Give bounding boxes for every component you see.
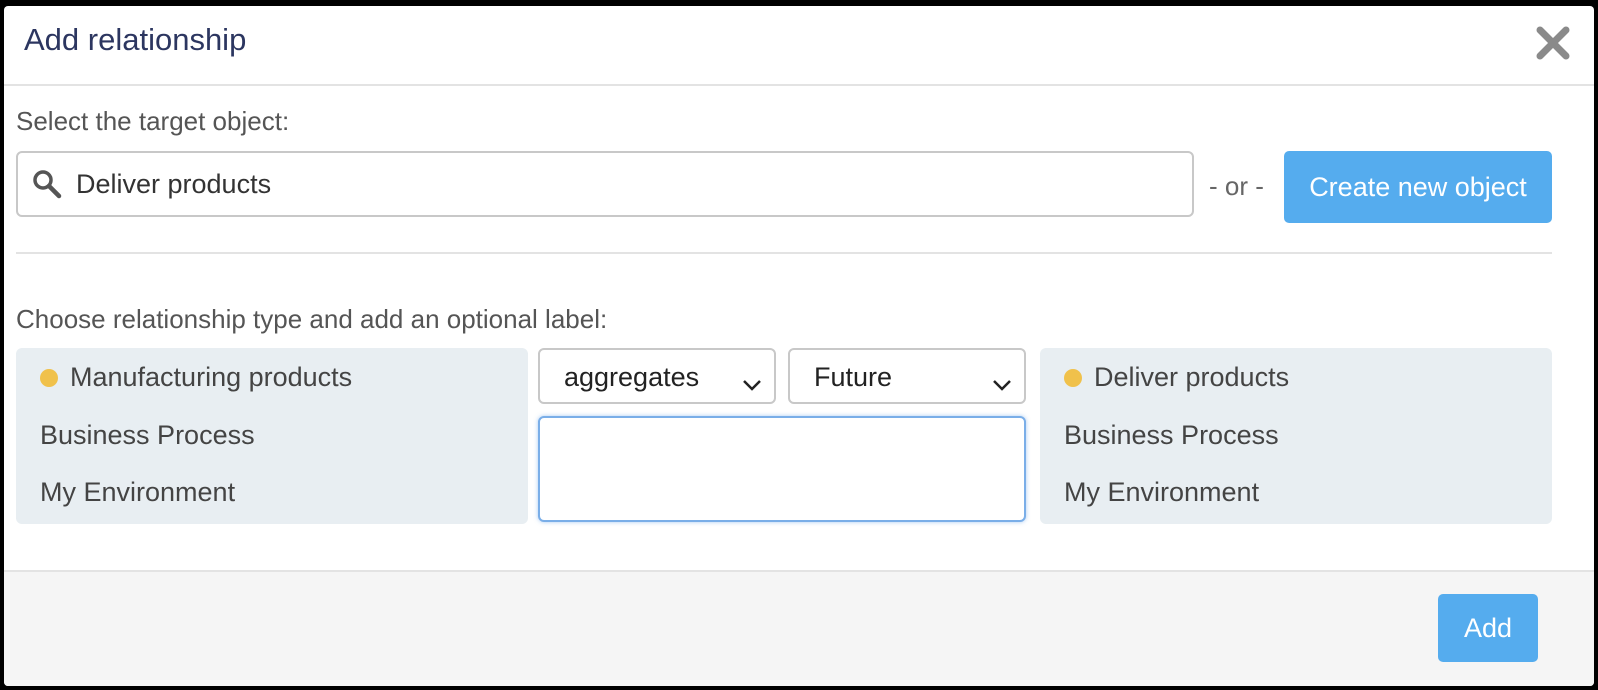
source-object-card: Manufacturing products Business Process … [16,348,528,524]
target-object-environment: My Environment [1064,477,1260,507]
target-search-box[interactable] [16,151,1194,217]
target-object-card: Deliver products Business Process My Env… [1040,348,1552,524]
section-divider [16,252,1552,254]
dialog-footer: Add [4,570,1594,686]
source-object-environment: My Environment [40,477,236,507]
source-object-name: Manufacturing products [70,362,353,392]
dialog-title: Add relationship [24,22,247,57]
target-object-name-row: Deliver products [1064,362,1289,393]
status-dot-icon [40,368,58,387]
add-relationship-dialog: Add relationship Select the target objec… [4,6,1594,686]
add-button[interactable]: Add [1438,594,1538,662]
relationship-type-select[interactable]: aggregates [538,348,776,404]
relationship-time-select[interactable]: Future [788,348,1026,404]
create-new-object-button[interactable]: Create new object [1284,151,1552,223]
relationship-type-value: aggregates [564,362,700,392]
relationship-time-value: Future [814,362,893,392]
close-icon[interactable] [1534,24,1572,62]
relationship-label-input[interactable] [538,416,1026,522]
target-search-input[interactable] [76,153,1176,215]
source-object-name-row: Manufacturing products [40,362,352,393]
chevron-down-icon [992,368,1012,391]
relationship-type-label: Choose relationship type and add an opti… [16,304,608,334]
target-object-label: Select the target object: [16,106,290,136]
dialog-header: Add relationship [4,6,1594,86]
source-object-type: Business Process [40,420,255,450]
target-object-type: Business Process [1064,420,1279,450]
chevron-down-icon [742,368,762,391]
target-object-name: Deliver products [1094,362,1290,392]
or-separator: - or - [1209,171,1264,201]
search-icon [32,169,62,199]
status-dot-icon [1064,368,1082,387]
